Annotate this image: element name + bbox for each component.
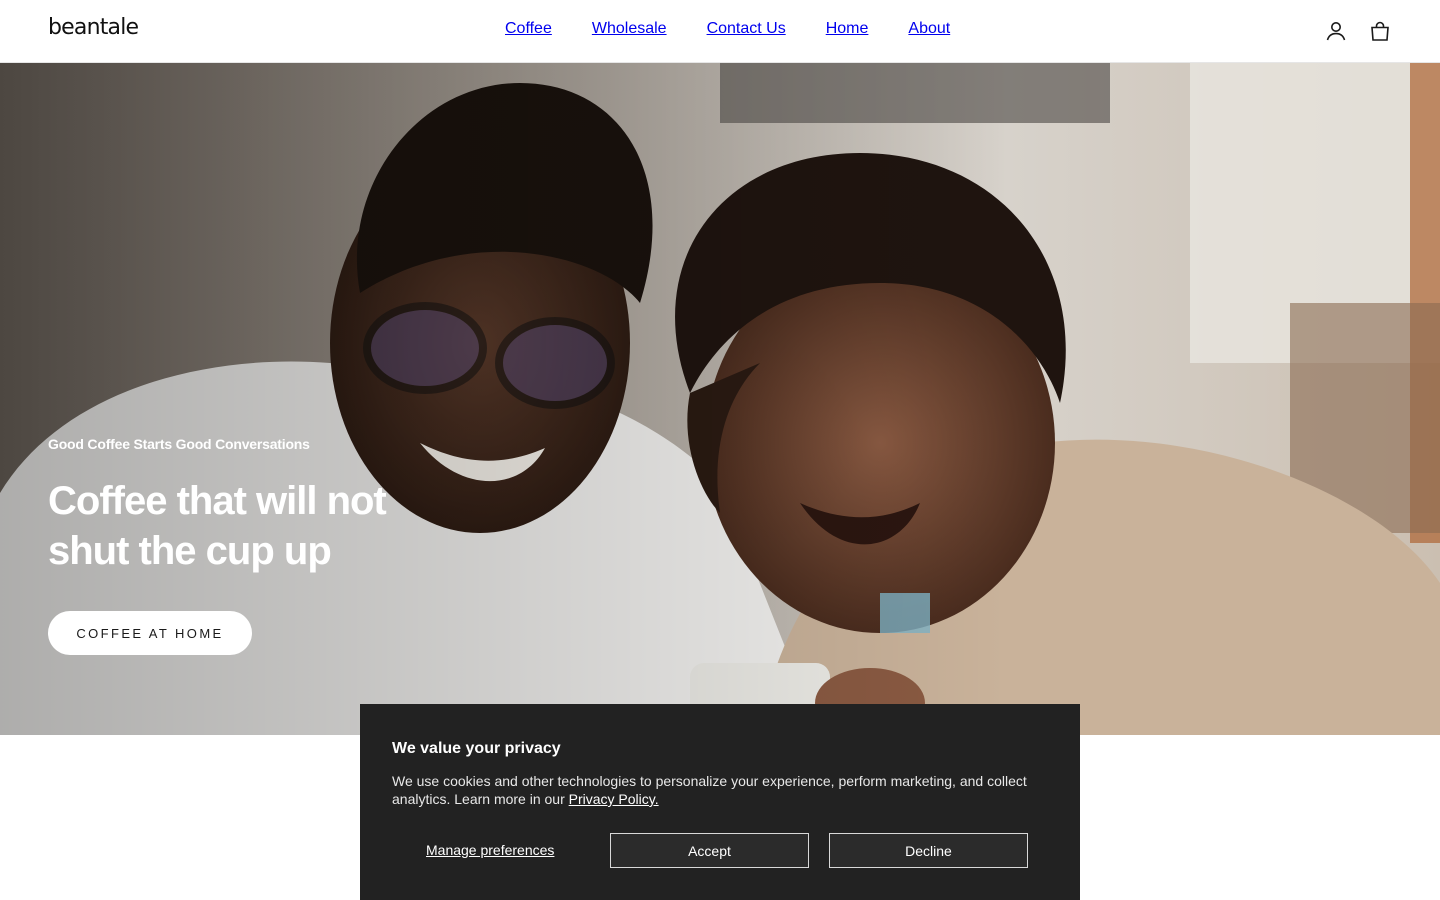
hero-eyebrow: Good Coffee Starts Good Conversations (48, 436, 310, 452)
nav-item-home[interactable]: Home (826, 20, 869, 38)
account-icon[interactable] (1324, 19, 1348, 43)
cookie-description: We use cookies and other technologies to… (392, 773, 1027, 807)
nav-item-coffee[interactable]: Coffee (505, 20, 552, 38)
nav-item-wholesale[interactable]: Wholesale (592, 20, 667, 38)
cookie-text: We use cookies and other technologies to… (392, 772, 1052, 808)
decline-button[interactable]: Decline (829, 833, 1028, 868)
main-nav: Coffee Wholesale Contact Us Home About (505, 20, 950, 38)
site-header: beantale Coffee Wholesale Contact Us Hom… (0, 0, 1440, 63)
cart-icon[interactable] (1368, 19, 1392, 43)
nav-item-contact-us[interactable]: Contact Us (707, 20, 786, 38)
coffee-at-home-button[interactable]: COFFEE AT HOME (48, 611, 252, 655)
nav-item-about[interactable]: About (908, 20, 950, 38)
hero-headline: Coffee that will not shut the cup up (48, 479, 387, 573)
privacy-policy-link[interactable]: Privacy Policy. (569, 791, 659, 807)
manage-preferences-button[interactable]: Manage preferences (426, 842, 554, 858)
accept-button[interactable]: Accept (610, 833, 809, 868)
cookie-banner: We value your privacy We use cookies and… (360, 704, 1080, 900)
cookie-title: We value your privacy (392, 740, 561, 757)
site-logo[interactable]: beantale (48, 15, 139, 40)
hero-banner: Good Coffee Starts Good Conversations Co… (0, 63, 1440, 735)
